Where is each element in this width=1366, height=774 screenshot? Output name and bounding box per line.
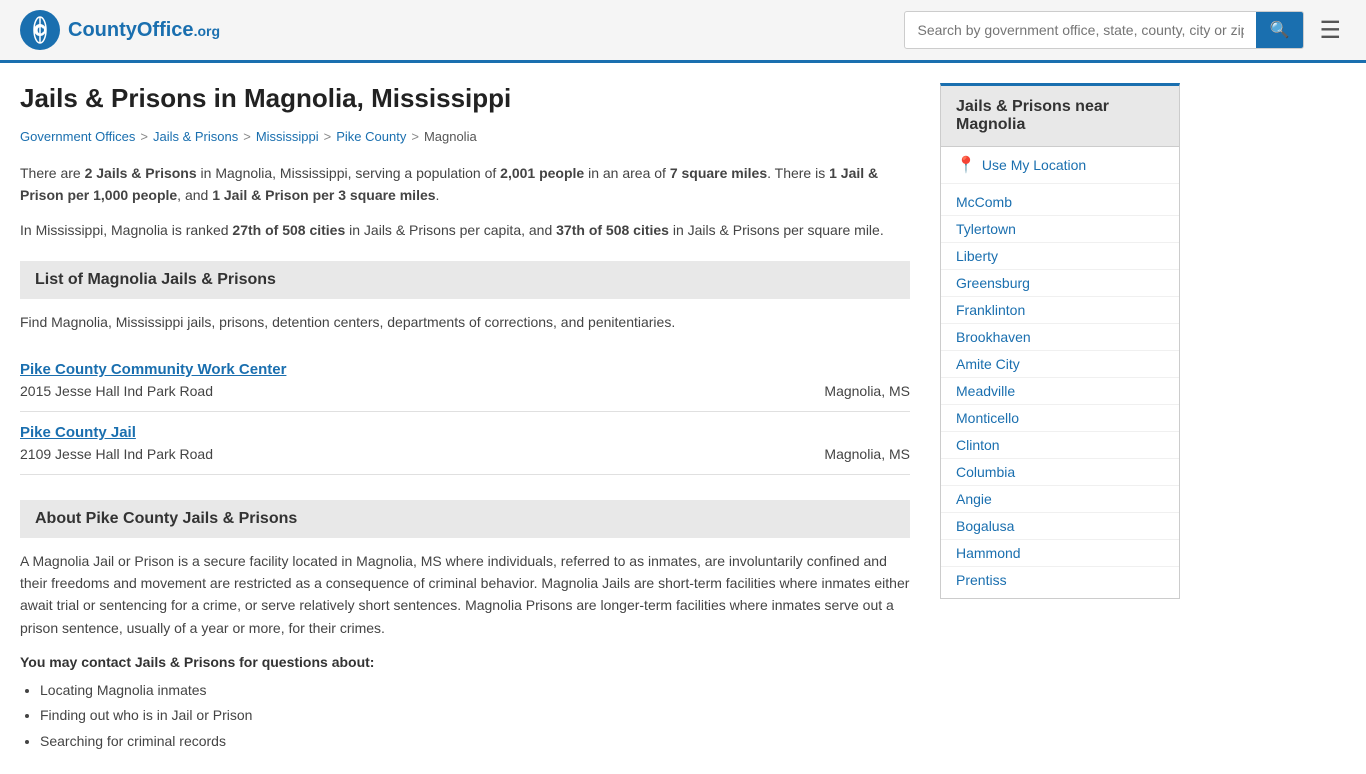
contact-list: Locating Magnolia inmates Finding out wh…	[20, 678, 910, 754]
breadcrumb-government-offices[interactable]: Government Offices	[20, 129, 135, 144]
sidebar-city-angie[interactable]: Angie	[941, 486, 1179, 513]
facility-address-2: 2109 Jesse Hall Ind Park Road	[20, 446, 213, 462]
sidebar-city-hammond[interactable]: Hammond	[941, 540, 1179, 567]
sidebar-title: Jails & Prisons near Magnolia	[941, 86, 1179, 147]
list-section-desc: Find Magnolia, Mississippi jails, prison…	[20, 311, 910, 333]
site-header: C CountyOffice.org 🔍 ☰	[0, 0, 1366, 63]
header-right: 🔍 ☰	[904, 11, 1346, 50]
list-section-header: List of Magnolia Jails & Prisons	[20, 261, 910, 299]
facility-name-2[interactable]: Pike County Jail	[20, 424, 910, 441]
intro-paragraph-1: There are 2 Jails & Prisons in Magnolia,…	[20, 162, 910, 207]
sidebar-city-liberty[interactable]: Liberty	[941, 243, 1179, 270]
sidebar-nearby-cities: McComb Tylertown Liberty Greensburg Fran…	[941, 184, 1179, 598]
sidebar-city-meadville[interactable]: Meadville	[941, 378, 1179, 405]
breadcrumb-mississippi[interactable]: Mississippi	[256, 129, 319, 144]
search-button[interactable]: 🔍	[1256, 12, 1304, 48]
facility-city-1: Magnolia, MS	[824, 383, 910, 399]
sidebar-city-clinton[interactable]: Clinton	[941, 432, 1179, 459]
sidebar-city-brookhaven[interactable]: Brookhaven	[941, 324, 1179, 351]
breadcrumb-pike-county[interactable]: Pike County	[336, 129, 406, 144]
sidebar-city-tylertown[interactable]: Tylertown	[941, 216, 1179, 243]
facility-item-2: Pike County Jail 2109 Jesse Hall Ind Par…	[20, 412, 910, 475]
breadcrumb-jails-prisons[interactable]: Jails & Prisons	[153, 129, 238, 144]
location-icon: 📍	[956, 155, 976, 175]
logo-text: CountyOffice.org	[68, 19, 220, 42]
facility-item-1: Pike County Community Work Center 2015 J…	[20, 349, 910, 412]
breadcrumb: Government Offices > Jails & Prisons > M…	[20, 129, 910, 144]
sidebar-city-amite-city[interactable]: Amite City	[941, 351, 1179, 378]
sidebar-box: Jails & Prisons near Magnolia 📍 Use My L…	[940, 83, 1180, 599]
sidebar-city-mccomb[interactable]: McComb	[941, 189, 1179, 216]
sidebar-city-prentiss[interactable]: Prentiss	[941, 567, 1179, 593]
content-area: Jails & Prisons in Magnolia, Mississippi…	[20, 83, 940, 754]
about-section-header: About Pike County Jails & Prisons	[20, 500, 910, 538]
sidebar-city-greensburg[interactable]: Greensburg	[941, 270, 1179, 297]
logo[interactable]: C CountyOffice.org	[20, 10, 220, 50]
hamburger-menu-icon[interactable]: ☰	[1314, 11, 1346, 50]
logo-icon: C	[20, 10, 60, 50]
use-my-location[interactable]: 📍 Use My Location	[941, 147, 1179, 184]
facility-city-2: Magnolia, MS	[824, 446, 910, 462]
main-container: Jails & Prisons in Magnolia, Mississippi…	[0, 63, 1366, 774]
use-my-location-link[interactable]: Use My Location	[982, 157, 1086, 173]
search-input[interactable]	[905, 14, 1255, 46]
contact-item-3: Searching for criminal records	[40, 729, 910, 754]
search-bar[interactable]: 🔍	[904, 11, 1304, 49]
facility-name-1[interactable]: Pike County Community Work Center	[20, 361, 910, 378]
sidebar-city-columbia[interactable]: Columbia	[941, 459, 1179, 486]
sidebar-city-monticello[interactable]: Monticello	[941, 405, 1179, 432]
page-title: Jails & Prisons in Magnolia, Mississippi	[20, 83, 910, 114]
breadcrumb-magnolia: Magnolia	[424, 129, 477, 144]
sidebar: Jails & Prisons near Magnolia 📍 Use My L…	[940, 83, 1180, 754]
contact-item-1: Locating Magnolia inmates	[40, 678, 910, 703]
sidebar-city-franklinton[interactable]: Franklinton	[941, 297, 1179, 324]
sidebar-city-bogalusa[interactable]: Bogalusa	[941, 513, 1179, 540]
contact-item-2: Finding out who is in Jail or Prison	[40, 703, 910, 728]
contact-label: You may contact Jails & Prisons for ques…	[20, 654, 910, 670]
about-text: A Magnolia Jail or Prison is a secure fa…	[20, 550, 910, 640]
facility-address-1: 2015 Jesse Hall Ind Park Road	[20, 383, 213, 399]
intro-paragraph-2: In Mississippi, Magnolia is ranked 27th …	[20, 219, 910, 241]
